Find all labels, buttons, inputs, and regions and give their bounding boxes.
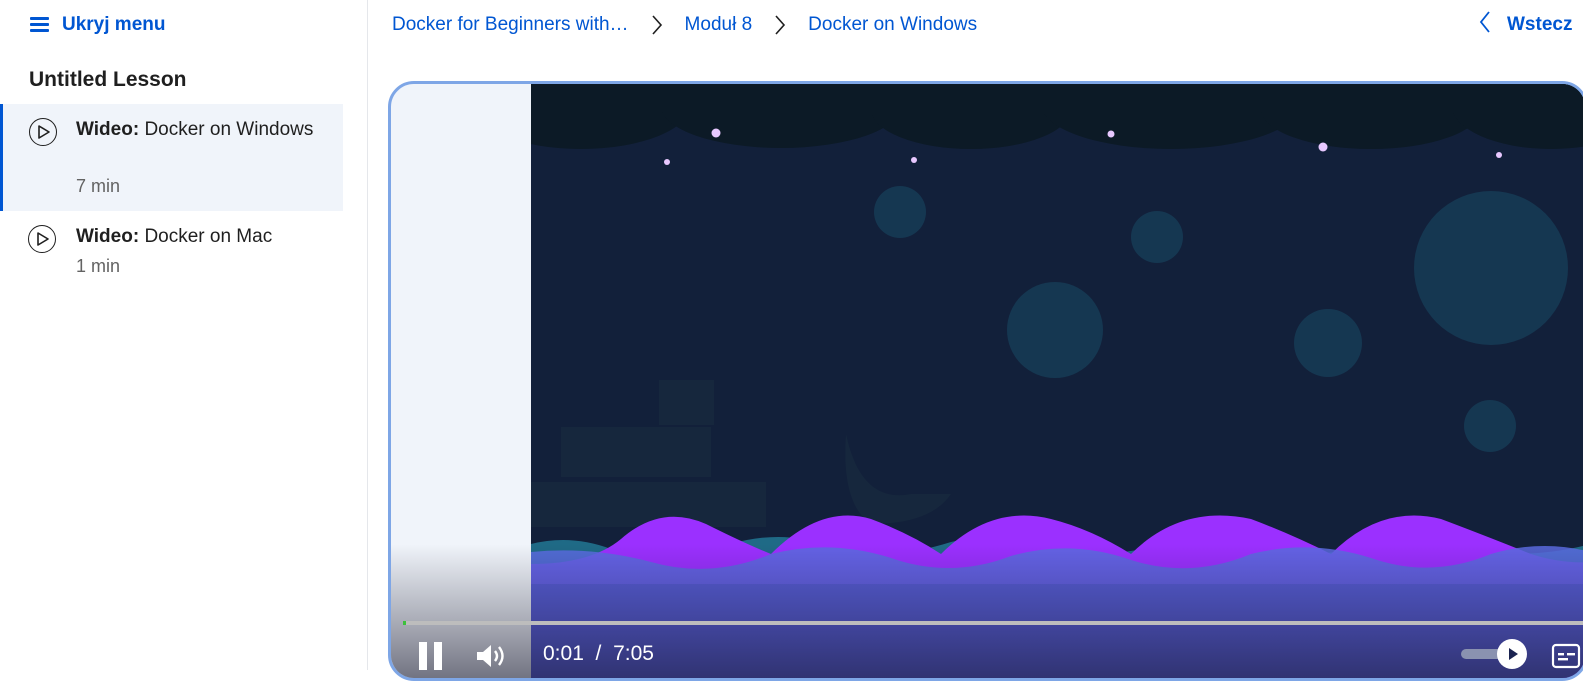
progress-bar[interactable] xyxy=(403,621,1583,625)
player-controls: 0:01 / 7:05 xyxy=(391,634,1583,674)
play-circle-icon xyxy=(29,118,57,146)
play-icon xyxy=(1509,648,1518,660)
chevron-left-icon xyxy=(1479,11,1491,39)
video-player[interactable]: 0:01 / 7:05 xyxy=(388,81,1583,681)
lesson-item-kind: Wideo: xyxy=(76,119,140,140)
lesson-item-docker-on-windows[interactable]: Wideo: Docker on Windows 7 min xyxy=(0,104,343,211)
chevron-right-icon xyxy=(651,15,663,35)
time-display: 0:01 / 7:05 xyxy=(543,642,654,666)
progress-played xyxy=(403,621,406,625)
captions-button[interactable] xyxy=(1551,642,1581,670)
hide-menu-label: Ukryj menu xyxy=(62,14,166,35)
course-sidebar: Ukryj menu Untitled Lesson Wideo: Docker… xyxy=(0,0,368,670)
lesson-item-text: Wideo: Docker on Windows xyxy=(76,116,316,143)
volume-icon xyxy=(477,645,504,667)
play-circle-icon xyxy=(28,225,56,253)
breadcrumb-module-link[interactable]: Moduł 8 xyxy=(685,14,753,36)
pause-icon xyxy=(419,642,442,670)
pause-button[interactable] xyxy=(417,640,445,670)
lesson-item-title: Docker on Mac xyxy=(144,226,273,247)
breadcrumb: Docker for Beginners with… Moduł 8 Docke… xyxy=(392,12,977,38)
chevron-right-icon xyxy=(774,15,786,35)
hide-menu-button[interactable]: Ukryj menu xyxy=(30,12,165,38)
hamburger-icon xyxy=(30,16,50,34)
back-label: Wstecz xyxy=(1507,14,1573,35)
back-button[interactable]: Wstecz xyxy=(1479,11,1573,39)
lesson-item-text: Wideo: Docker on Mac xyxy=(76,223,316,250)
lesson-item-duration: 7 min xyxy=(76,176,121,196)
playback-slider-knob[interactable] xyxy=(1497,639,1527,669)
lesson-item-kind: Wideo: xyxy=(76,226,140,247)
captions-icon xyxy=(1551,643,1581,669)
lesson-item-title: Docker on Windows xyxy=(144,119,314,140)
time-separator: / xyxy=(595,642,602,665)
lesson-title: Untitled Lesson xyxy=(29,68,187,91)
current-time: 0:01 xyxy=(543,642,584,665)
total-time: 7:05 xyxy=(613,642,654,665)
breadcrumb-course-link[interactable]: Docker for Beginners with… xyxy=(392,14,629,36)
lesson-item-duration: 1 min xyxy=(76,256,121,276)
breadcrumb-current-item[interactable]: Docker on Windows xyxy=(808,14,977,36)
volume-button[interactable] xyxy=(475,642,509,670)
lesson-item-docker-on-mac[interactable]: Wideo: Docker on Mac 1 min xyxy=(0,211,342,291)
